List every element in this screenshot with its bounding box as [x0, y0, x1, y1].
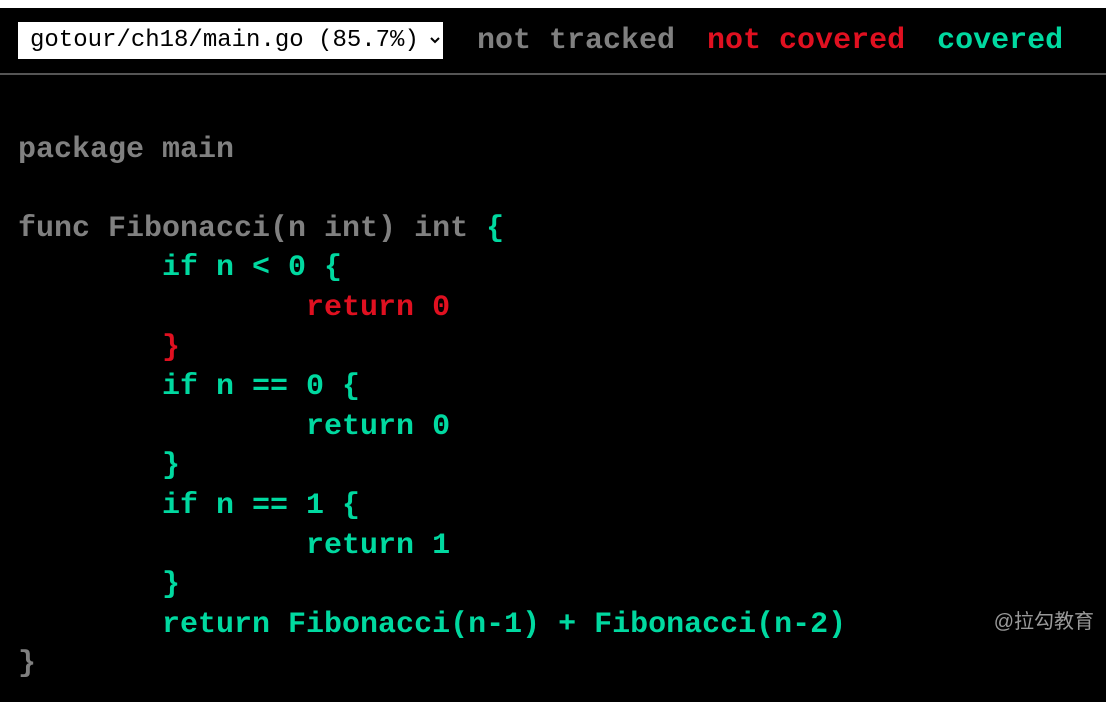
legend-not-covered: not covered — [707, 24, 905, 58]
code-line: } — [18, 647, 36, 681]
code-line: return 0 — [18, 291, 450, 325]
code-line: func Fibonacci(n int) int — [18, 212, 486, 246]
code-line: } — [18, 449, 180, 483]
legend-covered: covered — [937, 24, 1063, 58]
code-line: return 0 — [18, 410, 450, 444]
code-line: } — [18, 568, 180, 602]
code-line: if n < 0 { — [18, 251, 342, 285]
legend-not-tracked: not tracked — [477, 24, 675, 58]
code-line: package main — [18, 133, 234, 167]
watermark: @拉勾教育 — [994, 605, 1094, 634]
coverage-topbar: gotour/ch18/main.go (85.7%) not tracked … — [0, 8, 1106, 75]
code-line: return Fibonacci(n-1) + Fibonacci(n-2) — [18, 608, 846, 642]
code-line: } — [18, 331, 180, 365]
code-line: { — [486, 212, 504, 246]
code-viewer: package main func Fibonacci(n int) int {… — [0, 75, 1106, 701]
code-line: if n == 1 { — [18, 489, 360, 523]
code-line: return 1 — [18, 529, 450, 563]
file-select[interactable]: gotour/ch18/main.go (85.7%) — [16, 20, 445, 61]
code-line: if n == 0 { — [18, 370, 360, 404]
